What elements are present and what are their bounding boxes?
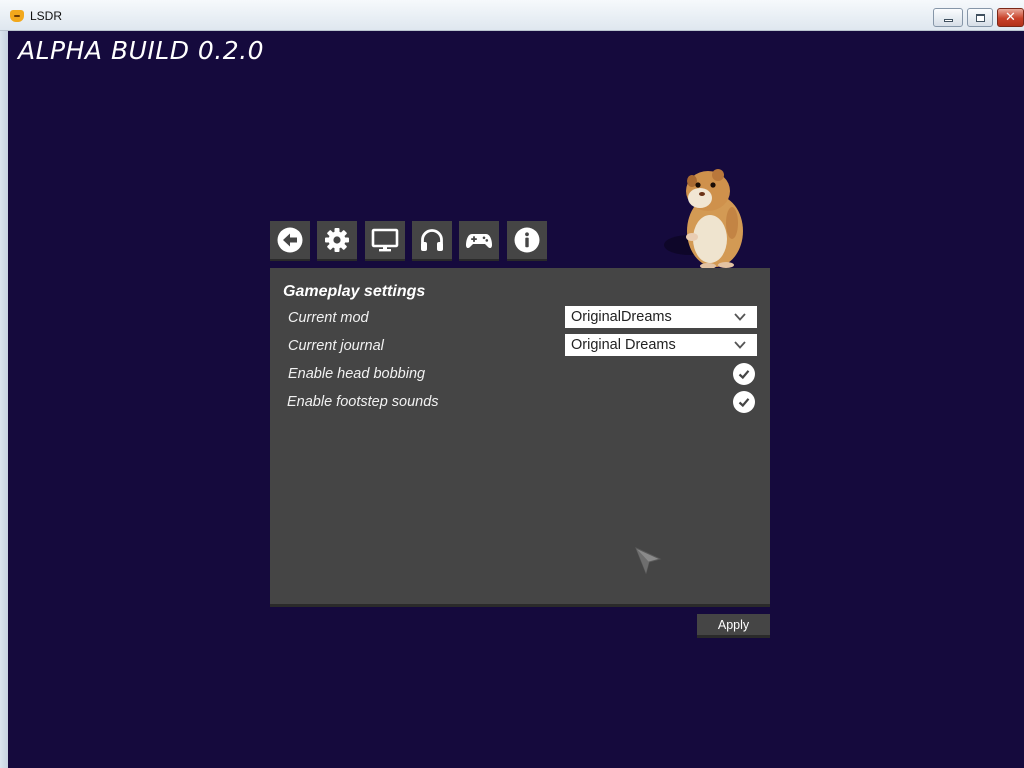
tab-display[interactable] [365,221,405,261]
minimize-button[interactable] [933,8,963,27]
build-label: ALPHA BUILD 0.2.0 [18,36,265,65]
footstep-sounds-checkbox[interactable] [733,391,755,413]
current-journal-value: Original Dreams [571,337,676,353]
current-mod-label: Current mod [288,310,369,326]
footstep-sounds-label: Enable footstep sounds [287,394,439,410]
window-frame-left [0,31,8,768]
current-mod-dropdown[interactable]: OriginalDreams [565,306,757,328]
gear-icon [325,228,349,252]
checkmark-icon [738,398,750,408]
hamster-mascot [664,169,743,269]
gamepad-icon [466,234,492,249]
checkmark-icon [738,370,750,380]
headphones-icon [421,229,443,251]
current-journal-label: Current journal [288,338,384,354]
maximize-icon [976,14,985,22]
maximize-button[interactable] [967,8,993,27]
chevron-down-icon [734,341,746,349]
panel-title: Gameplay settings [283,283,426,300]
apply-button[interactable]: Apply [697,614,770,638]
window-titlebar[interactable]: LSDR ✕ [0,0,1024,31]
minimize-icon [944,19,953,22]
head-bobbing-checkbox[interactable] [733,363,755,385]
current-journal-dropdown[interactable]: Original Dreams [565,334,757,356]
settings-panel: Gameplay settings Current mod OriginalDr… [270,268,770,607]
tab-controls[interactable] [459,221,499,261]
window-title: LSDR [30,9,63,23]
tab-back[interactable] [270,221,310,261]
head-bobbing-label: Enable head bobbing [288,366,426,382]
close-icon: ✕ [1005,9,1016,24]
tab-audio[interactable] [412,221,452,261]
back-arrow-icon [277,227,303,253]
monitor-icon [371,228,399,252]
chevron-down-icon [734,313,746,321]
tab-about[interactable] [507,221,547,261]
tab-settings[interactable] [317,221,357,261]
app-icon [10,10,24,22]
close-button[interactable]: ✕ [997,8,1024,27]
mouse-cursor-icon [635,547,662,574]
current-mod-value: OriginalDreams [571,309,672,325]
info-icon [514,227,540,253]
